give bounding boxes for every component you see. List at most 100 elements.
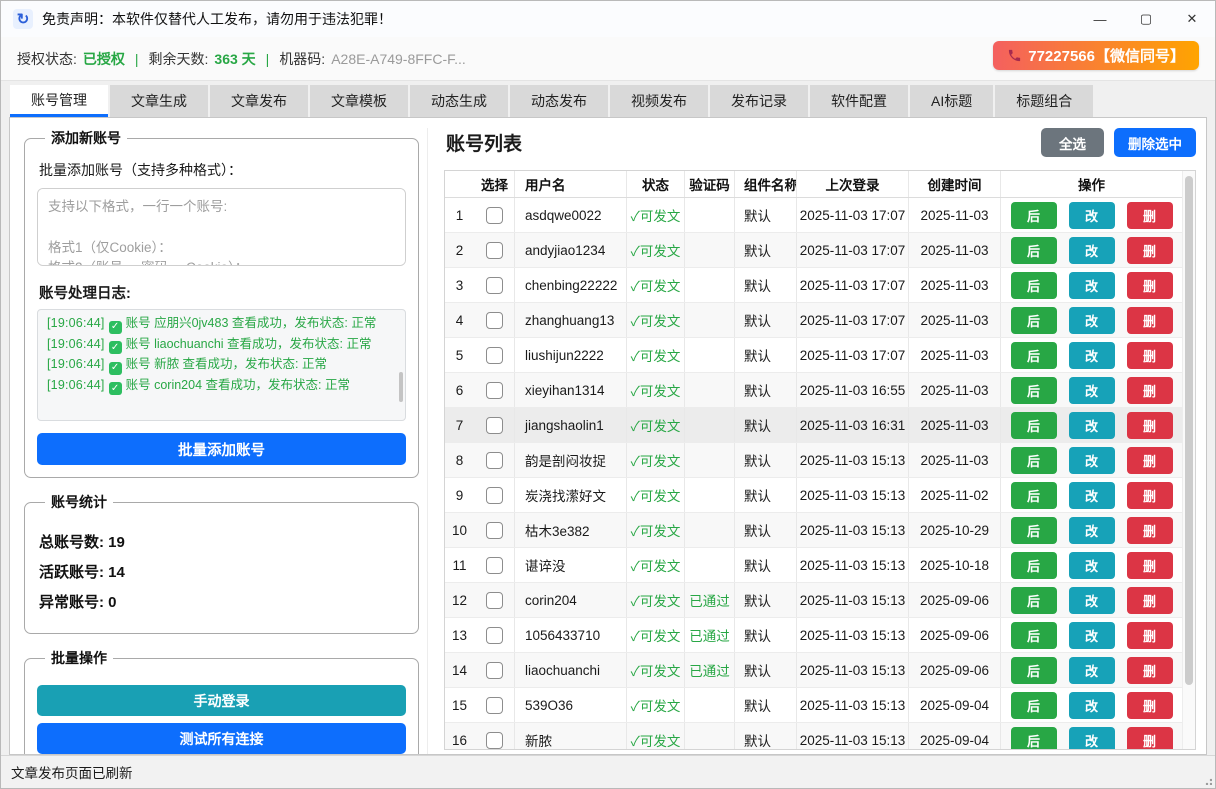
username-cell: 枯木3e382: [515, 513, 627, 547]
edit-button[interactable]: 改: [1069, 307, 1115, 334]
maximize-button[interactable]: ▢: [1123, 1, 1169, 37]
row-checkbox[interactable]: [486, 207, 503, 224]
edit-button[interactable]: 改: [1069, 412, 1115, 439]
delete-button[interactable]: 删: [1127, 307, 1173, 334]
tab-文章模板[interactable]: 文章模板: [310, 85, 408, 117]
row-checkbox[interactable]: [486, 242, 503, 259]
backend-button[interactable]: 后: [1011, 657, 1057, 684]
edit-button[interactable]: 改: [1069, 342, 1115, 369]
row-checkbox[interactable]: [486, 627, 503, 644]
edit-button[interactable]: 改: [1069, 237, 1115, 264]
delete-button[interactable]: 删: [1127, 727, 1173, 751]
edit-button[interactable]: 改: [1069, 377, 1115, 404]
row-checkbox[interactable]: [486, 417, 503, 434]
row-number: 11: [445, 548, 475, 582]
row-checkbox[interactable]: [486, 592, 503, 609]
backend-button[interactable]: 后: [1011, 692, 1057, 719]
row-checkbox[interactable]: [486, 697, 503, 714]
tab-动态发布[interactable]: 动态发布: [510, 85, 608, 117]
row-checkbox[interactable]: [486, 662, 503, 679]
row-checkbox[interactable]: [486, 312, 503, 329]
delete-button[interactable]: 删: [1127, 517, 1173, 544]
row-checkbox[interactable]: [486, 347, 503, 364]
edit-button[interactable]: 改: [1069, 622, 1115, 649]
row-checkbox[interactable]: [486, 732, 503, 749]
backend-button[interactable]: 后: [1011, 622, 1057, 649]
delete-button[interactable]: 删: [1127, 552, 1173, 579]
tab-账号管理[interactable]: 账号管理: [10, 85, 108, 117]
backend-button[interactable]: 后: [1011, 377, 1057, 404]
batch-add-button[interactable]: 批量添加账号: [37, 433, 406, 465]
backend-button[interactable]: 后: [1011, 307, 1057, 334]
edit-button[interactable]: 改: [1069, 447, 1115, 474]
delete-button[interactable]: 删: [1127, 447, 1173, 474]
delete-button[interactable]: 删: [1127, 272, 1173, 299]
add-account-legend: 添加新账号: [45, 128, 127, 148]
delete-button[interactable]: 删: [1127, 692, 1173, 719]
edit-button[interactable]: 改: [1069, 552, 1115, 579]
backend-button[interactable]: 后: [1011, 482, 1057, 509]
delete-button[interactable]: 删: [1127, 377, 1173, 404]
row-checkbox[interactable]: [486, 277, 503, 294]
delete-selected-button[interactable]: 删除选中: [1114, 128, 1196, 157]
table-row: 7jiangshaolin1✓可发文默认2025-11-03 16:312025…: [445, 408, 1182, 443]
tab-文章发布[interactable]: 文章发布: [210, 85, 308, 117]
batch-op-测试所有连接-button[interactable]: 测试所有连接: [37, 723, 406, 754]
select-all-button[interactable]: 全选: [1041, 128, 1104, 157]
table-scrollbar-thumb[interactable]: [1185, 176, 1193, 685]
edit-button[interactable]: 改: [1069, 692, 1115, 719]
backend-button[interactable]: 后: [1011, 272, 1057, 299]
tab-bar: 账号管理文章生成文章发布文章模板动态生成动态发布视频发布发布记录软件配置AI标题…: [10, 85, 1093, 117]
account-log-box[interactable]: [19:06:44]✓账号 应朋兴0jv483 查看成功，发布状态: 正常[19…: [37, 309, 406, 421]
row-checkbox[interactable]: [486, 382, 503, 399]
backend-button[interactable]: 后: [1011, 727, 1057, 751]
backend-button[interactable]: 后: [1011, 447, 1057, 474]
row-checkbox[interactable]: [486, 557, 503, 574]
tab-AI标题[interactable]: AI标题: [910, 85, 993, 117]
created-cell: 2025-11-03: [909, 303, 1001, 337]
delete-button[interactable]: 删: [1127, 202, 1173, 229]
delete-button[interactable]: 删: [1127, 237, 1173, 264]
delete-button[interactable]: 删: [1127, 657, 1173, 684]
backend-button[interactable]: 后: [1011, 412, 1057, 439]
tab-软件配置[interactable]: 软件配置: [810, 85, 908, 117]
row-number: 14: [445, 653, 475, 687]
minimize-button[interactable]: —: [1077, 1, 1123, 37]
table-scrollbar[interactable]: [1182, 171, 1195, 749]
backend-button[interactable]: 后: [1011, 237, 1057, 264]
edit-button[interactable]: 改: [1069, 727, 1115, 751]
tab-文章生成[interactable]: 文章生成: [110, 85, 208, 117]
row-checkbox[interactable]: [486, 522, 503, 539]
tab-动态生成[interactable]: 动态生成: [410, 85, 508, 117]
select-cell: [475, 478, 515, 512]
edit-button[interactable]: 改: [1069, 657, 1115, 684]
backend-button[interactable]: 后: [1011, 202, 1057, 229]
backend-button[interactable]: 后: [1011, 587, 1057, 614]
tab-发布记录[interactable]: 发布记录: [710, 85, 808, 117]
row-checkbox[interactable]: [486, 452, 503, 469]
batch-op-手动登录-button[interactable]: 手动登录: [37, 685, 406, 716]
close-button[interactable]: ✕: [1169, 1, 1215, 37]
row-checkbox[interactable]: [486, 487, 503, 504]
app-logo-icon: ↻: [13, 9, 33, 29]
delete-button[interactable]: 删: [1127, 412, 1173, 439]
backend-button[interactable]: 后: [1011, 342, 1057, 369]
delete-button[interactable]: 删: [1127, 622, 1173, 649]
edit-button[interactable]: 改: [1069, 587, 1115, 614]
delete-button[interactable]: 删: [1127, 587, 1173, 614]
delete-button[interactable]: 删: [1127, 342, 1173, 369]
edit-button[interactable]: 改: [1069, 482, 1115, 509]
delete-button[interactable]: 删: [1127, 482, 1173, 509]
resize-grip[interactable]: [1202, 775, 1212, 785]
edit-button[interactable]: 改: [1069, 517, 1115, 544]
tab-视频发布[interactable]: 视频发布: [610, 85, 708, 117]
backend-button[interactable]: 后: [1011, 517, 1057, 544]
username-cell: jiangshaolin1: [515, 408, 627, 442]
tab-标题组合[interactable]: 标题组合: [995, 85, 1093, 117]
edit-button[interactable]: 改: [1069, 202, 1115, 229]
backend-button[interactable]: 后: [1011, 552, 1057, 579]
edit-button[interactable]: 改: [1069, 272, 1115, 299]
contact-phone-badge[interactable]: 77227566【微信同号】: [993, 41, 1199, 70]
log-scrollbar-thumb[interactable]: [399, 372, 403, 402]
batch-add-input[interactable]: [37, 188, 406, 266]
